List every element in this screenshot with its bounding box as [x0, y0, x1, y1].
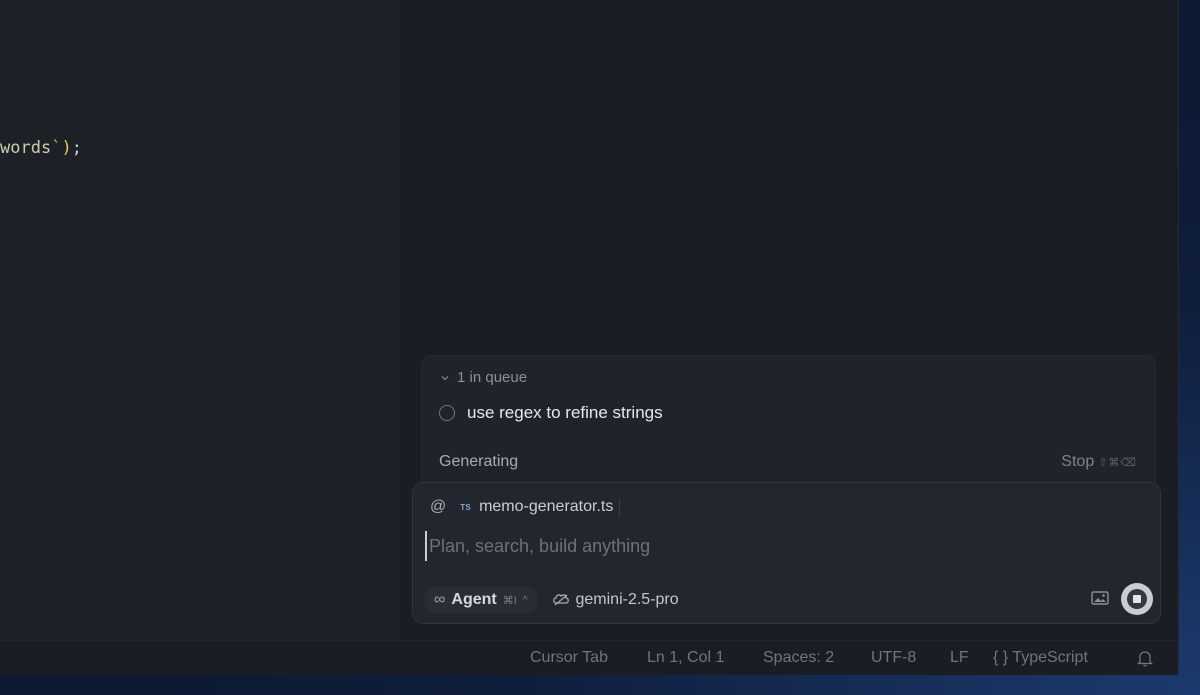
image-icon[interactable]	[1091, 591, 1109, 605]
status-eol[interactable]: LF	[950, 649, 969, 667]
brain-icon	[552, 594, 569, 606]
code-paren: )	[61, 138, 72, 158]
agent-mode-selector[interactable]: ∞ Agent ⌘I ^	[424, 587, 538, 613]
queue-item-text: use regex to refine strings	[467, 403, 663, 422]
agent-mode-shortcut: ⌘I	[502, 594, 517, 607]
status-bar: Cursor Tab Ln 1, Col 1 Spaces: 2 UTF-8 L…	[0, 640, 1178, 675]
status-cursor-position[interactable]: Ln 1, Col 1	[647, 649, 724, 667]
code-semicolon: ;	[71, 138, 82, 158]
generating-status: Generating	[439, 453, 519, 470]
bell-icon[interactable]	[1137, 650, 1153, 667]
queue-item[interactable]: use regex to refine strings	[439, 403, 663, 423]
language-label: TypeScript	[1012, 649, 1088, 666]
code-editor[interactable]: words`);	[0, 0, 399, 640]
code-string: words	[0, 138, 52, 158]
braces-icon: { }	[993, 649, 1009, 666]
stop-button[interactable]	[1121, 583, 1153, 615]
context-row: @ TS memo-generator.ts	[430, 498, 621, 516]
status-indentation[interactable]: Spaces: 2	[763, 649, 834, 667]
typescript-file-icon: TS	[460, 502, 472, 512]
status-cursor-tab[interactable]: Cursor Tab	[530, 649, 608, 667]
context-file-chip[interactable]: TS memo-generator.ts	[460, 498, 621, 516]
infinity-icon: ∞	[434, 591, 446, 608]
chat-composer: @ TS memo-generator.ts ∞ Agent ⌘I ^ gemi…	[412, 482, 1161, 624]
context-file-name: memo-generator.ts	[479, 498, 614, 515]
queue-count: 1 in queue	[457, 369, 528, 386]
status-encoding[interactable]: UTF-8	[871, 649, 916, 667]
stop-generation-button[interactable]: Stop ⇧⌘⌫	[1061, 453, 1137, 471]
code-backtick: `	[51, 138, 62, 158]
chevron-down-icon	[441, 375, 449, 380]
model-name: gemini-2.5-pro	[575, 591, 679, 608]
caret-up-icon: ^	[522, 594, 528, 606]
stop-shortcut: ⇧⌘⌫	[1098, 456, 1137, 469]
stop-icon	[1127, 589, 1147, 609]
queue-toggle[interactable]: 1 in queue	[439, 369, 527, 386]
queue-panel: 1 in queue use regex to refine strings G…	[421, 355, 1156, 497]
composer-toolbar: ∞ Agent ⌘I ^ gemini-2.5-pro	[424, 587, 679, 613]
radio-circle-icon[interactable]	[439, 405, 455, 421]
status-language[interactable]: { } TypeScript	[993, 649, 1088, 667]
model-selector[interactable]: gemini-2.5-pro	[552, 591, 679, 609]
stop-label: Stop	[1061, 453, 1095, 470]
at-mention-icon[interactable]: @	[430, 498, 446, 516]
chat-input[interactable]	[425, 531, 1131, 561]
code-line: words`);	[0, 138, 82, 158]
agent-mode-label: Agent	[451, 591, 497, 608]
